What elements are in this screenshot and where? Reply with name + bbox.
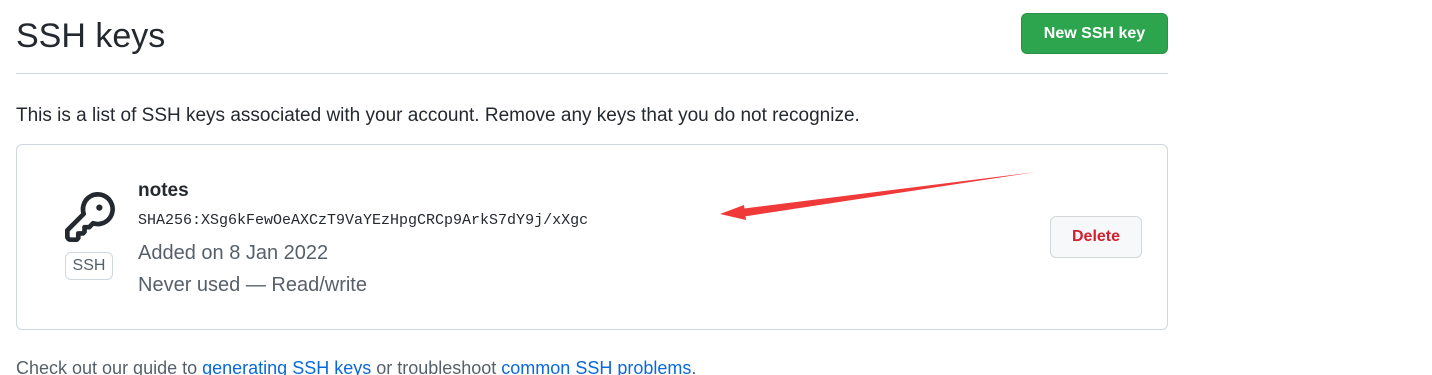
key-fingerprint: SHA256:XSg6kFewOeAXCzT9VaYEzHpgCRCp9ArkS… — [138, 212, 589, 229]
delete-key-button[interactable]: Delete — [1050, 216, 1142, 258]
page-title: SSH keys — [16, 17, 166, 55]
key-title: notes — [138, 180, 189, 201]
new-ssh-key-button[interactable]: New SSH key — [1021, 13, 1168, 54]
key-details: notes SHA256:XSg6kFewOeAXCzT9VaYEzHpgCRC… — [138, 178, 588, 298]
footer-suffix: . — [691, 358, 697, 375]
ssh-keys-page: SSH keys New SSH key This is a list of S… — [0, 0, 1432, 375]
key-icon — [65, 192, 115, 242]
page-header: SSH keys New SSH key — [16, 0, 1168, 74]
common-ssh-problems-link[interactable]: common SSH problems — [501, 358, 691, 375]
key-usage: Never used — Read/write — [138, 274, 367, 296]
footer-prefix: Check out our guide to — [16, 358, 203, 375]
ssh-key-card: SSH notes SHA256:XSg6kFewOeAXCzT9VaYEzHp… — [16, 144, 1168, 330]
generating-ssh-keys-link[interactable]: generating SSH keys — [202, 358, 371, 375]
ssh-type-label: SSH — [65, 252, 113, 280]
footer-middle: or troubleshoot — [371, 358, 502, 375]
key-type-indicator: SSH — [63, 192, 117, 282]
key-added-date: Added on 8 Jan 2022 — [138, 242, 329, 264]
intro-text: This is a list of SSH keys associated wi… — [16, 105, 860, 126]
footer-help-text: Check out our guide to generating SSH ke… — [16, 356, 696, 375]
